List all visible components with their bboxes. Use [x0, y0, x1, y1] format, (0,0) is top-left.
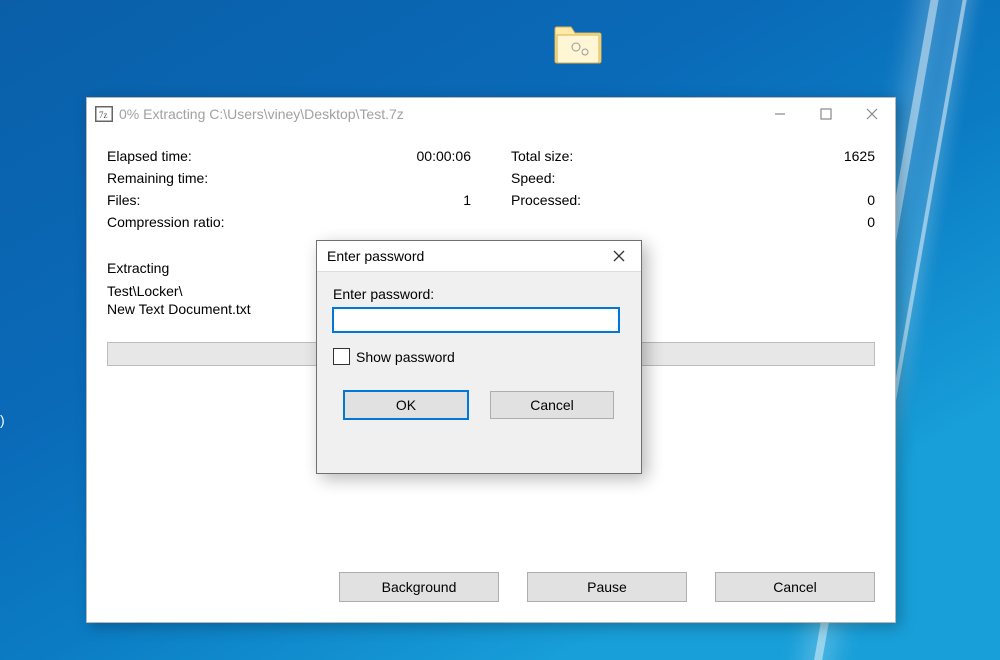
stat-row: Remaining time: [107, 170, 471, 186]
cancel-button[interactable]: Cancel [715, 572, 875, 602]
dialog-cancel-button[interactable]: Cancel [490, 391, 614, 419]
stat-label: Processed: [511, 192, 815, 208]
background-button[interactable]: Background [339, 572, 499, 602]
stat-row: 0 [511, 214, 875, 230]
password-input[interactable] [333, 308, 619, 332]
close-icon[interactable] [597, 241, 641, 271]
stat-label: Elapsed time: [107, 148, 411, 164]
stat-value: 0 [815, 214, 875, 230]
ok-button[interactable]: OK [344, 391, 468, 419]
show-password-label[interactable]: Show password [356, 349, 455, 365]
stat-row: Files:1 [107, 192, 471, 208]
stat-value [411, 170, 471, 186]
maximize-button[interactable] [803, 98, 849, 130]
stat-label: Total size: [511, 148, 815, 164]
svg-text:7z: 7z [99, 110, 108, 120]
dialog-titlebar[interactable]: Enter password [317, 241, 641, 272]
stat-value: 0 [815, 192, 875, 208]
titlebar[interactable]: 7z 0% Extracting C:\Users\viney\Desktop\… [87, 98, 895, 130]
stat-label: Files: [107, 192, 411, 208]
stat-value: 1625 [815, 148, 875, 164]
stat-value: 1 [411, 192, 471, 208]
stat-label: Remaining time: [107, 170, 411, 186]
stat-label: Speed: [511, 170, 815, 186]
stat-row: Elapsed time:00:00:06 [107, 148, 471, 164]
stat-value [815, 170, 875, 186]
desktop-folder-icon[interactable] [553, 23, 603, 68]
show-password-checkbox[interactable] [333, 348, 350, 365]
close-button[interactable] [849, 98, 895, 130]
stats-right-column: Total size:1625 Speed: Processed:0 0 [511, 148, 875, 230]
password-field-label: Enter password: [333, 286, 625, 302]
stat-label: Compression ratio: [107, 214, 411, 230]
stat-label [511, 214, 815, 230]
sevenzip-icon: 7z [95, 106, 113, 122]
desktop: ) 7z 0% Extracting C:\Users\viney\Deskto… [0, 0, 1000, 660]
stat-row: Total size:1625 [511, 148, 875, 164]
pause-button[interactable]: Pause [527, 572, 687, 602]
truncated-text: ) [0, 412, 5, 428]
stat-value [411, 214, 471, 230]
enter-password-dialog: Enter password Enter password: Show pass… [316, 240, 642, 474]
dialog-title: Enter password [317, 248, 597, 264]
stat-row: Processed:0 [511, 192, 875, 208]
stats-left-column: Elapsed time:00:00:06 Remaining time: Fi… [107, 148, 471, 230]
window-title: 0% Extracting C:\Users\viney\Desktop\Tes… [119, 106, 757, 122]
minimize-button[interactable] [757, 98, 803, 130]
stat-row: Speed: [511, 170, 875, 186]
stat-row: Compression ratio: [107, 214, 471, 230]
stat-value: 00:00:06 [411, 148, 471, 164]
